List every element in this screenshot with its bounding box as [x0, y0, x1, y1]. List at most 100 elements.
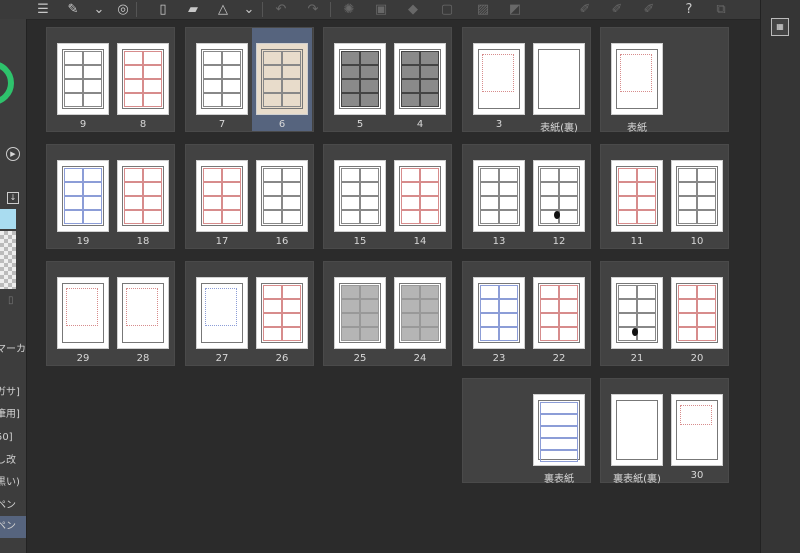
- page-spread[interactable]: 19 18: [46, 144, 175, 249]
- page-thumbnail[interactable]: [394, 277, 446, 349]
- page-panel: [222, 93, 241, 107]
- page-thumbnail[interactable]: [57, 160, 109, 232]
- page-spread[interactable]: 27 26: [185, 261, 314, 366]
- page-panel: [540, 438, 578, 450]
- pen-3-icon[interactable]: ✐: [640, 1, 658, 18]
- page-thumbnail[interactable]: [57, 277, 109, 349]
- page-spread[interactable]: 13 12: [462, 144, 591, 249]
- page-panel: [540, 327, 559, 341]
- pen-2-icon[interactable]: ✐: [608, 1, 626, 18]
- frame-icon[interactable]: ▢: [438, 1, 456, 18]
- page-thumbnail[interactable]: [473, 160, 525, 232]
- page-spread[interactable]: 3 表紙(裏): [462, 27, 591, 134]
- page-spread[interactable]: 裏表紙(裏) 30: [600, 378, 729, 485]
- toolbar-separator: [330, 2, 331, 17]
- left-panel-item[interactable]: ペン: [0, 495, 26, 517]
- chevron-down-icon[interactable]: ⌄: [240, 1, 258, 18]
- page-thumbnail[interactable]: [611, 394, 663, 466]
- page-thumbnail[interactable]: [473, 277, 525, 349]
- spiral-icon[interactable]: ◎: [114, 1, 132, 18]
- page-panel: [401, 285, 420, 299]
- page-spread[interactable]: 76: [185, 27, 314, 132]
- page-thumbnail[interactable]: [611, 277, 663, 349]
- toolbar-separator: [136, 2, 137, 17]
- page-thumbnail[interactable]: [533, 394, 585, 466]
- page-panel: [222, 196, 241, 210]
- page-panel: [540, 285, 559, 299]
- left-panel-item[interactable]: 筆用]: [0, 404, 26, 426]
- page-thumbnail[interactable]: [533, 43, 585, 115]
- transparent-swatch[interactable]: [0, 231, 16, 289]
- page-thumbnail[interactable]: [196, 160, 248, 232]
- page-thumbnail[interactable]: [394, 43, 446, 115]
- half-icon[interactable]: ◩: [506, 1, 524, 18]
- sparkle-icon[interactable]: ✺: [340, 1, 358, 18]
- left-panel-item[interactable]: ペン: [0, 516, 26, 538]
- help-icon[interactable]: ?: [680, 1, 698, 18]
- page-spread[interactable]: 98: [46, 27, 175, 132]
- redo-icon[interactable]: ↷: [304, 1, 322, 18]
- left-panel-item[interactable]: 黒い): [0, 472, 26, 494]
- page-thumbnail[interactable]: [611, 160, 663, 232]
- calendar-icon[interactable]: ▦: [771, 18, 789, 36]
- new-page-icon[interactable]: ▯: [154, 1, 172, 18]
- page-thumbnail[interactable]: [671, 394, 723, 466]
- page-thumbnail[interactable]: [334, 43, 386, 115]
- page-panel: [499, 196, 518, 210]
- page-panel: [83, 168, 102, 182]
- left-panel-item[interactable]: 50]: [0, 427, 26, 449]
- play-icon[interactable]: ▶: [6, 147, 20, 161]
- page-spread[interactable]: 表紙: [600, 27, 729, 134]
- page-panel: [83, 210, 102, 224]
- page-thumbnail[interactable]: [256, 160, 308, 232]
- page-spread[interactable]: 15 14: [323, 144, 452, 249]
- page-thumbnail[interactable]: [611, 43, 663, 115]
- preview-icon[interactable]: ⧉: [712, 1, 730, 18]
- chevron-down-icon[interactable]: ⌄: [90, 1, 108, 18]
- slash-icon[interactable]: ▨: [474, 1, 492, 18]
- page-panel: [341, 196, 360, 210]
- color-wheel[interactable]: [0, 61, 14, 105]
- page-thumbnail[interactable]: [117, 160, 169, 232]
- left-panel-item[interactable]: マーカ: [0, 339, 26, 361]
- page-thumbnail[interactable]: [671, 277, 723, 349]
- page-thumbnail[interactable]: [394, 160, 446, 232]
- page-thumbnail[interactable]: [196, 277, 248, 349]
- page-panel: [143, 182, 162, 196]
- page-thumbnail[interactable]: [196, 43, 248, 115]
- pen-icon[interactable]: ✐: [576, 1, 594, 18]
- import-icon[interactable]: ↓: [7, 192, 19, 204]
- page-thumbnail[interactable]: [256, 277, 308, 349]
- page-spread[interactable]: 21 20: [600, 261, 729, 366]
- left-panel-item[interactable]: ガサ]: [0, 382, 26, 404]
- open-folder-icon[interactable]: ▰: [184, 1, 202, 18]
- page-spread[interactable]: 17 16: [185, 144, 314, 249]
- page-thumbnail[interactable]: [256, 43, 308, 115]
- undo-icon[interactable]: ↶: [272, 1, 290, 18]
- page-thumbnail[interactable]: [117, 43, 169, 115]
- color-swatch[interactable]: [0, 209, 16, 229]
- transform-icon[interactable]: ▣: [372, 1, 390, 18]
- menu-icon[interactable]: ☰: [34, 1, 52, 18]
- page-panel: [263, 210, 282, 224]
- warning-save-icon[interactable]: △: [214, 1, 232, 18]
- page-panel: [637, 210, 656, 224]
- page-thumbnail[interactable]: [533, 160, 585, 232]
- page-thumbnail[interactable]: [334, 277, 386, 349]
- page-thumbnail[interactable]: [533, 277, 585, 349]
- page-thumbnail[interactable]: [334, 160, 386, 232]
- trash-icon[interactable]: ▯: [8, 295, 14, 306]
- page-spread[interactable]: 25 24: [323, 261, 452, 366]
- page-spread[interactable]: 23 22: [462, 261, 591, 366]
- page-thumbnail[interactable]: [671, 160, 723, 232]
- brush-settings-icon[interactable]: ✎: [64, 1, 82, 18]
- page-spread[interactable]: 54: [323, 27, 452, 132]
- left-panel-item[interactable]: し改: [0, 450, 26, 472]
- fill-icon[interactable]: ◆: [404, 1, 422, 18]
- page-thumbnail[interactable]: [473, 43, 525, 115]
- page-spread[interactable]: 29 28: [46, 261, 175, 366]
- page-thumbnail[interactable]: [117, 277, 169, 349]
- page-thumbnail[interactable]: [57, 43, 109, 115]
- page-spread[interactable]: 裏表紙: [462, 378, 591, 485]
- page-spread[interactable]: 11 10: [600, 144, 729, 249]
